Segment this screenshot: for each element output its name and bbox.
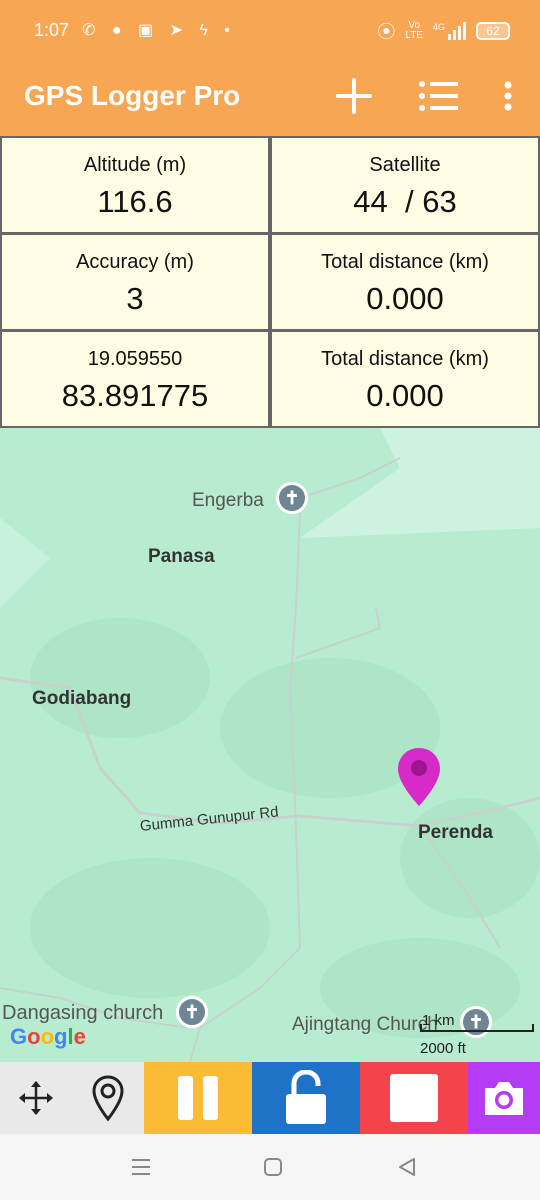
recents-icon bbox=[132, 1159, 150, 1175]
satellite-value: 44 / 63 bbox=[353, 184, 457, 219]
accuracy-cell: Accuracy (m) 3 bbox=[2, 235, 268, 329]
place-label-ajingtang: Ajingtang Church bbox=[292, 1014, 438, 1035]
app-title: GPS Logger Pro bbox=[24, 80, 241, 111]
bottom-toolbar bbox=[0, 1062, 540, 1134]
volte-label: Vo LTE bbox=[405, 20, 423, 41]
overflow-menu-button[interactable] bbox=[484, 72, 532, 120]
location-status-icon: ⦿ bbox=[377, 22, 396, 42]
place-label-godiabang: Godiabang bbox=[32, 688, 132, 709]
info-grid: Altitude (m) 116.6 Satellite 44 / 63 Acc… bbox=[0, 136, 540, 428]
scale-metric-label: 1 km bbox=[422, 1012, 455, 1029]
pause-button[interactable] bbox=[144, 1062, 252, 1134]
location-pin-icon bbox=[92, 1075, 124, 1122]
satellite-label: Satellite bbox=[369, 154, 441, 176]
list-icon bbox=[419, 81, 458, 111]
status-right: ⦿ Vo LTE 4G 62 bbox=[377, 18, 510, 44]
satellite-cell: Satellite 44 / 63 bbox=[272, 138, 538, 232]
place-label-panasa: Panasa bbox=[148, 546, 215, 567]
back-icon bbox=[399, 1158, 415, 1176]
notification-icons: ✆ ● ▣ ➤ ϟ • bbox=[82, 22, 236, 39]
back-button[interactable] bbox=[392, 1152, 422, 1182]
camera-button[interactable] bbox=[468, 1062, 540, 1134]
altitude-value: 116.6 bbox=[97, 184, 173, 219]
church-icon[interactable]: ✝ bbox=[176, 996, 208, 1028]
camera-icon bbox=[485, 1082, 523, 1115]
total-distance-label-2: Total distance (km) bbox=[321, 348, 489, 370]
stop-icon bbox=[390, 1074, 438, 1122]
scale-imperial-label: 2000 ft bbox=[420, 1040, 466, 1057]
location-marker-icon[interactable] bbox=[396, 746, 442, 808]
network-type-label: 4G bbox=[432, 22, 445, 32]
add-button[interactable] bbox=[330, 72, 378, 120]
google-attribution: Google bbox=[10, 1024, 86, 1049]
home-button[interactable] bbox=[258, 1152, 288, 1182]
coordinates-cell: 19.059550 83.891775 bbox=[2, 332, 268, 426]
unlock-icon bbox=[286, 1070, 326, 1124]
map-view[interactable]: Engerba ✝ Panasa Godiabang Perenda Danga… bbox=[0, 428, 540, 1062]
top-bar: 1:07 ✆ ● ▣ ➤ ϟ • ⦿ Vo LTE 4G 62 GPS Logg… bbox=[0, 0, 540, 136]
altitude-label: Altitude (m) bbox=[83, 154, 187, 176]
signal-icon: 4G bbox=[433, 22, 466, 40]
overflow-menu-icon bbox=[504, 81, 512, 111]
total-distance-cell-2: Total distance (km) 0.000 bbox=[272, 332, 538, 426]
altitude-cell: Altitude (m) 116.6 bbox=[2, 138, 268, 232]
system-navigation-bar bbox=[0, 1134, 540, 1200]
stop-button[interactable] bbox=[360, 1062, 468, 1134]
home-icon bbox=[264, 1158, 282, 1176]
move-button[interactable] bbox=[0, 1062, 72, 1134]
list-button[interactable] bbox=[414, 72, 462, 120]
status-bar: 1:07 ✆ ● ▣ ➤ ϟ • ⦿ Vo LTE 4G 62 bbox=[0, 0, 540, 62]
pause-icon bbox=[178, 1076, 218, 1120]
battery-icon: 62 bbox=[476, 22, 510, 40]
map-scale: 1 km 2000 ft bbox=[420, 1012, 534, 1058]
latitude-value: 19.059550 bbox=[87, 348, 183, 370]
accuracy-label: Accuracy (m) bbox=[76, 251, 194, 273]
total-distance-label: Total distance (km) bbox=[321, 251, 489, 273]
recents-button[interactable] bbox=[126, 1152, 156, 1182]
place-label-perenda: Perenda bbox=[418, 822, 493, 843]
location-button[interactable] bbox=[72, 1062, 144, 1134]
accuracy-value: 3 bbox=[126, 281, 144, 316]
place-label-dangasing: Dangasing church bbox=[2, 1002, 164, 1024]
status-time: 1:07 bbox=[34, 20, 70, 40]
total-distance-value-2: 0.000 bbox=[366, 378, 444, 413]
unlock-button[interactable] bbox=[252, 1062, 360, 1134]
move-arrows-icon bbox=[19, 1081, 53, 1115]
total-distance-cell: Total distance (km) 0.000 bbox=[272, 235, 538, 329]
map-terrain bbox=[0, 428, 540, 1062]
church-icon[interactable]: ✝ bbox=[276, 482, 308, 514]
place-label-engerba: Engerba bbox=[192, 490, 264, 511]
longitude-value: 83.891775 bbox=[61, 378, 209, 413]
plus-icon bbox=[336, 78, 372, 114]
total-distance-value: 0.000 bbox=[366, 281, 444, 316]
